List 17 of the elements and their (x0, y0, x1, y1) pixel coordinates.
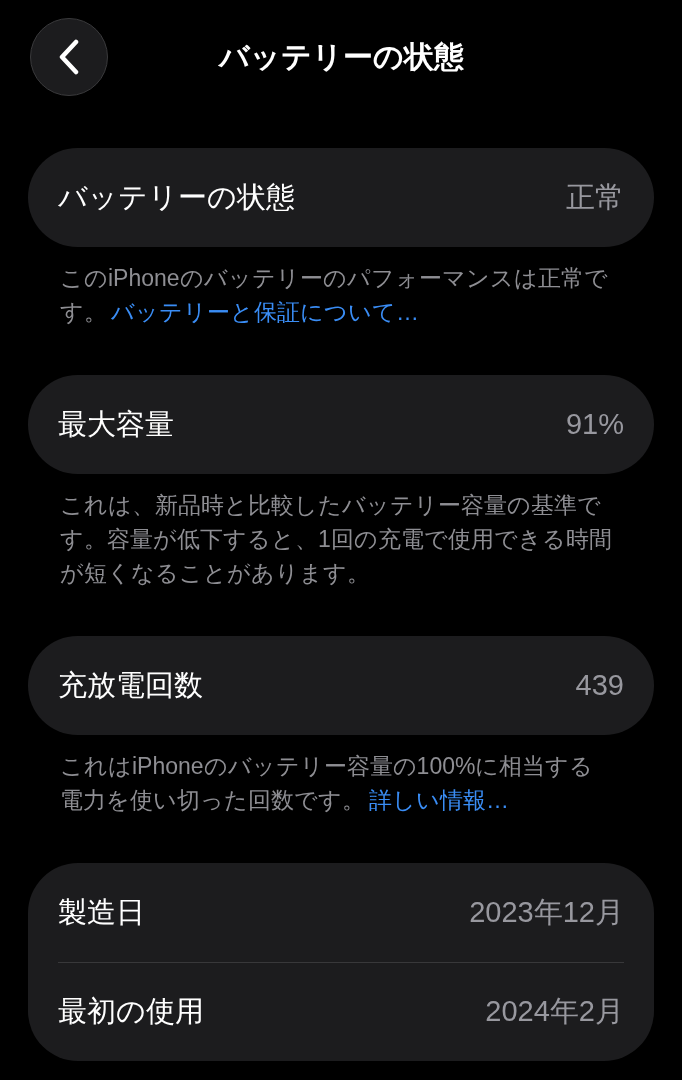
row-label: 製造日 (58, 894, 145, 930)
row-label: 最大容量 (58, 406, 174, 442)
footnote-text: このiPhoneのバッテリーのパフォーマンスは正常です。 バッテリーと保証について… (59, 264, 609, 327)
info-link[interactable]: 詳しい情報… (369, 787, 509, 813)
row-label: 最初の使用 (58, 994, 204, 1030)
row-value: 2023年12月 (469, 894, 624, 930)
page-title: バッテリーの状態 (218, 38, 464, 75)
back-chevron-icon (58, 39, 80, 75)
footnote-text: これはiPhoneのバッテリー容量の100%に相当する電力を使い切った回数です。 詳しい情報… (59, 752, 595, 815)
row-value: 439 (575, 667, 624, 703)
row-label: バッテリーの状態 (58, 179, 295, 215)
row-value: 正常 (566, 179, 624, 215)
row-label: 充放電回数 (58, 667, 203, 703)
info-link[interactable]: バッテリーと保証について… (111, 299, 419, 325)
footnote-text: これは、新品時と比較したバッテリー容量の基準です。容量が低下すると、1回の充電で使用できる時間が短くなることがあります。 (59, 491, 613, 588)
row-value: 91% (565, 406, 624, 442)
row-value: 2024年2月 (485, 994, 624, 1030)
